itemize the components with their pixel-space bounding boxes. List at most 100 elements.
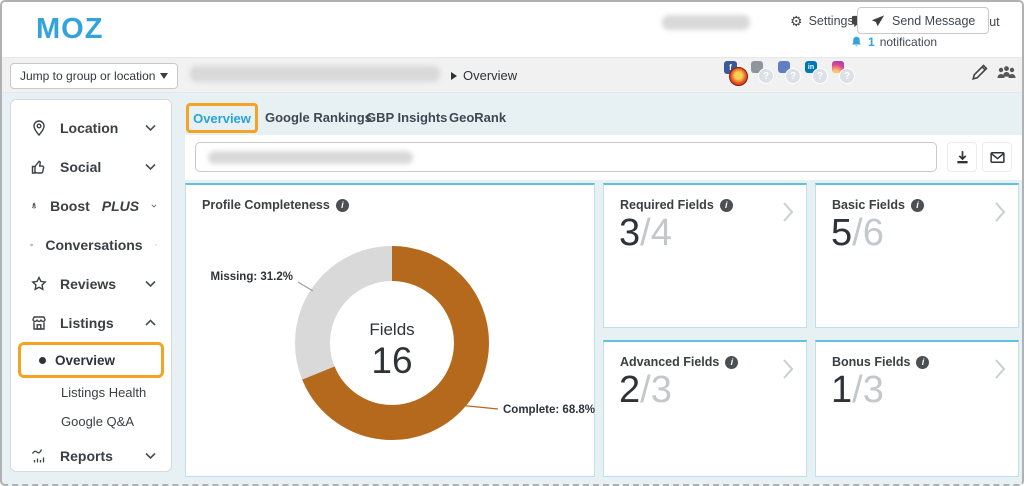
social-facebook[interactable]: f	[724, 61, 748, 87]
chevron-down-icon	[144, 280, 157, 288]
social-twitter[interactable]: ?	[751, 61, 775, 87]
sidebar-item-reports[interactable]: Reports	[11, 436, 171, 475]
donut-center-value: 16	[371, 340, 412, 381]
thumbs-up-icon	[30, 158, 48, 176]
speech-bubble-icon	[30, 236, 33, 254]
facebook-avatar	[729, 67, 748, 86]
value-numerator: 2	[619, 369, 640, 411]
chevron-down-icon	[151, 202, 157, 210]
send-message-label: Send Message	[892, 14, 975, 28]
filter-panel	[185, 135, 1024, 180]
tab-georank[interactable]: GeoRank	[449, 110, 506, 125]
info-icon[interactable]: i	[916, 356, 929, 369]
question-badge: ?	[758, 68, 774, 84]
breadcrumb-current: Overview	[463, 68, 517, 83]
breadcrumb-arrow-icon	[451, 72, 457, 80]
chevron-up-icon	[144, 319, 157, 327]
advanced-fields-card[interactable]: Advanced Fields i 2/3	[603, 340, 807, 477]
sidebar-item-conversations[interactable]: Conversations	[11, 225, 171, 264]
card-title: Required Fields	[620, 198, 714, 212]
star-icon	[30, 275, 48, 293]
question-badge: ?	[785, 68, 801, 84]
chevron-down-icon	[144, 163, 157, 171]
card-value: 2/3	[604, 369, 806, 413]
moz-local-dashboard: MOZ ⚙ Settings Messages Sign Out 1 notif…	[0, 0, 1024, 486]
email-button[interactable]	[982, 142, 1012, 172]
tab-label: GeoRank	[449, 110, 506, 125]
tab-overview[interactable]: Overview	[186, 103, 258, 133]
people-group-icon	[996, 64, 1017, 81]
value-numerator: 3	[619, 212, 640, 254]
location-filter-input[interactable]	[195, 142, 937, 172]
sidebar-item-label: Boost	[50, 198, 90, 214]
sidebar-item-listings[interactable]: Listings	[11, 303, 171, 342]
basic-fields-card[interactable]: Basic Fields i 5/6	[815, 183, 1019, 328]
gear-icon: ⚙	[790, 14, 803, 28]
chevron-right-icon	[782, 358, 794, 380]
send-message-button[interactable]: Send Message	[857, 7, 989, 34]
sidebar-subitem-label: Overview	[55, 353, 115, 368]
social-instagram[interactable]: ?	[832, 61, 856, 87]
card-value: 5/6	[816, 212, 1018, 256]
settings-link[interactable]: ⚙ Settings	[790, 14, 854, 28]
notification-link[interactable]: 1 notification	[850, 35, 937, 49]
moz-logo[interactable]: MOZ	[36, 13, 103, 46]
active-bullet-icon	[39, 357, 46, 364]
sidebar-item-label: Reports	[60, 448, 113, 464]
sidebar-item-boost-plus[interactable]: Boost PLUS	[11, 186, 171, 225]
social-profiles: f ? ? in ? ?	[724, 61, 856, 87]
profile-completeness-donut-chart: Fields 16 Missing: 31.2% Complete: 68.8%	[186, 185, 596, 479]
info-icon[interactable]: i	[725, 356, 738, 369]
paper-plane-icon	[871, 14, 885, 28]
chevron-right-icon	[994, 201, 1006, 223]
social-linkedin[interactable]: in ?	[805, 61, 829, 87]
notification-label: notification	[880, 35, 937, 49]
download-icon	[954, 149, 971, 166]
required-fields-card[interactable]: Required Fields i 3/4	[603, 183, 807, 328]
sidebar-item-reviews[interactable]: Reviews	[11, 264, 171, 303]
chevron-down-icon	[144, 124, 157, 132]
edit-pencil-button[interactable]	[970, 63, 989, 87]
tab-gbp-insights[interactable]: GBP Insights	[366, 110, 447, 125]
info-icon[interactable]: i	[720, 199, 733, 212]
value-denominator: /6	[852, 212, 884, 254]
envelope-icon	[989, 149, 1006, 166]
social-foursquare[interactable]: ?	[778, 61, 802, 87]
jump-select-label: Jump to group or location	[20, 69, 155, 83]
sidebar-item-label: Listings	[60, 315, 114, 331]
sidebar-item-google-qa[interactable]: Google Q&A	[11, 407, 171, 436]
sidebar-item-location[interactable]: Location	[11, 108, 171, 147]
sidebar-item-social[interactable]: Social	[11, 147, 171, 186]
team-button[interactable]	[996, 64, 1017, 86]
card-title: Bonus Fields	[832, 355, 910, 369]
redacted-account-name	[662, 15, 750, 30]
tab-label: GBP Insights	[366, 110, 447, 125]
bonus-fields-card[interactable]: Bonus Fields i 1/3	[815, 340, 1019, 477]
value-numerator: 5	[831, 212, 852, 254]
jump-to-location-select[interactable]: Jump to group or location	[10, 63, 178, 89]
sidebar-subitem-label: Listings Health	[61, 385, 146, 400]
question-badge: ?	[812, 68, 828, 84]
storefront-icon	[30, 314, 48, 332]
value-numerator: 1	[831, 369, 852, 411]
sidebar-item-listings-health[interactable]: Listings Health	[11, 378, 171, 407]
donut-center-label: Fields	[369, 320, 414, 339]
download-button[interactable]	[947, 142, 977, 172]
value-denominator: /4	[640, 212, 672, 254]
tab-label: Google Rankings	[265, 110, 372, 125]
sidebar-item-overview-active[interactable]: Overview	[18, 342, 164, 378]
card-value: 3/4	[604, 212, 806, 256]
chevron-down-icon	[144, 452, 157, 460]
chevron-right-icon	[782, 201, 794, 223]
notification-count: 1	[868, 35, 875, 49]
missing-leader-line	[298, 282, 313, 291]
tab-google-rankings[interactable]: Google Rankings	[265, 110, 372, 125]
pencil-icon	[970, 63, 989, 82]
profile-completeness-card: Profile Completeness i Fields 16 Missing…	[185, 183, 595, 477]
card-title: Basic Fields	[832, 198, 905, 212]
info-icon[interactable]: i	[911, 199, 924, 212]
tab-label: Overview	[193, 111, 251, 126]
breadcrumb: Overview	[451, 68, 517, 83]
redacted-breadcrumb-location	[190, 66, 440, 82]
reports-chart-icon	[30, 447, 48, 465]
